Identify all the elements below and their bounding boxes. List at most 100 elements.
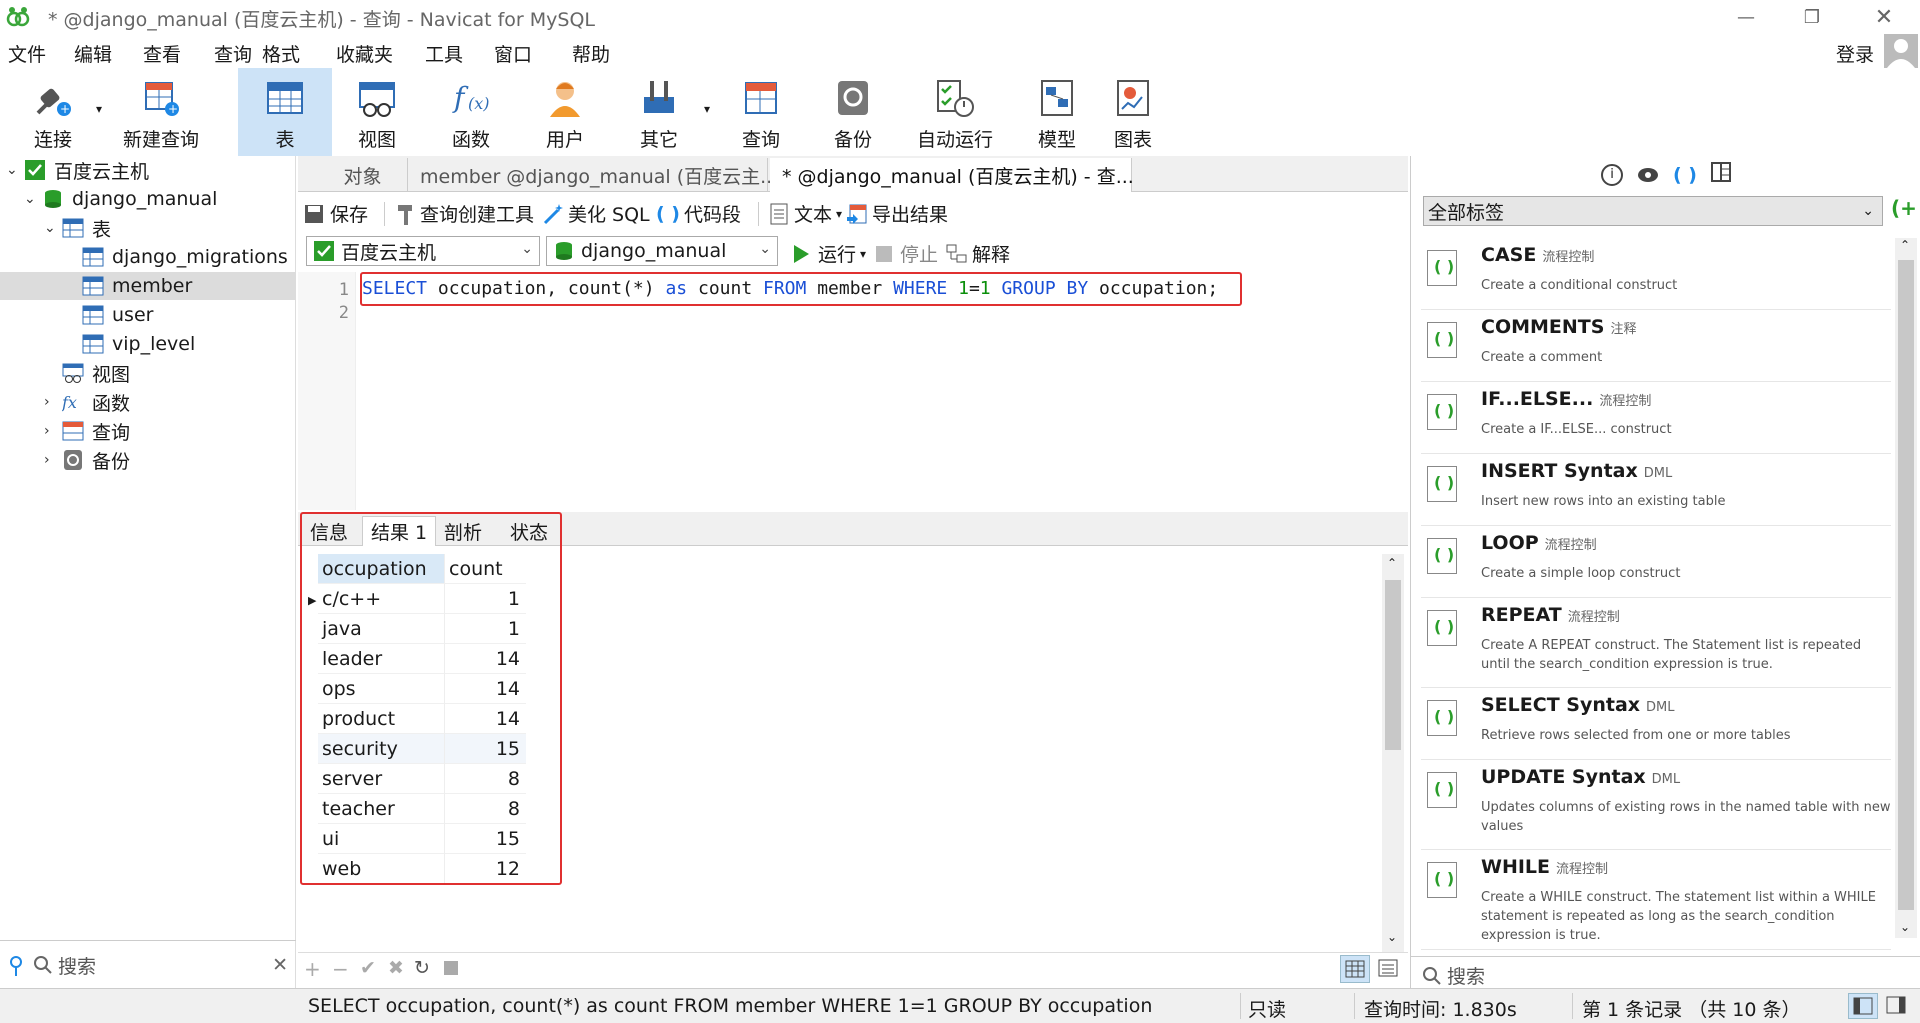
preview-eye-icon[interactable]	[1637, 164, 1659, 186]
info-icon[interactable]: i	[1601, 163, 1623, 186]
delete-row-icon[interactable]: −	[332, 957, 349, 981]
tab-query-active[interactable]: * @django_manual (百度云主机) - 查...	[770, 158, 1134, 192]
tree-queries-folder[interactable]: › 查询	[44, 417, 130, 445]
grid-view-button[interactable]	[1340, 955, 1370, 983]
tab-objects[interactable]: 对象	[318, 158, 408, 192]
clear-search-icon[interactable]: ✕	[272, 954, 288, 976]
chevron-down-icon[interactable]: ⌄	[44, 220, 58, 236]
connect-dropdown-icon[interactable]: ▾	[96, 102, 102, 116]
menu-query[interactable]: 查询	[214, 40, 252, 67]
connect-button[interactable]: + 连接	[8, 68, 98, 156]
snippet-item[interactable]: ( ) REPEAT 流程控制 Create A REPEAT construct. …	[1421, 598, 1891, 688]
menu-favorites[interactable]: 收藏夹	[336, 40, 393, 67]
database-select[interactable]: django_manual ⌄	[546, 236, 778, 266]
view-button[interactable]: 视图	[332, 68, 422, 156]
tree-tables-folder[interactable]: ⌄ 表	[44, 214, 111, 242]
snippet-scrollbar[interactable]: ⌃ ⌄	[1895, 238, 1917, 938]
tree-views-folder[interactable]: 视图	[62, 359, 130, 387]
menu-help[interactable]: 帮助	[572, 40, 610, 67]
tree-database[interactable]: ⌄ django_manual	[24, 185, 217, 213]
scroll-down-icon[interactable]: ⌄	[1900, 920, 1910, 934]
sql-editor[interactable]: 1 2 SELECT occupation, count(*) as count…	[298, 272, 1408, 510]
tree-functions-folder[interactable]: › fx 函数	[44, 388, 130, 416]
export-results-button[interactable]: 导出结果	[846, 200, 948, 227]
layout-right-panel-button[interactable]	[1882, 993, 1912, 1019]
query-button[interactable]: 查询	[716, 68, 806, 156]
chart-button[interactable]: 图表	[1088, 68, 1178, 156]
snippet-item[interactable]: ( ) UPDATE Syntax DML Updates columns of ex…	[1421, 760, 1891, 850]
connection-select[interactable]: 百度云主机 ⌄	[306, 236, 540, 266]
menu-file[interactable]: 文件	[8, 40, 46, 67]
backup-button[interactable]: 备份	[808, 68, 898, 156]
new-query-button[interactable]: + 新建查询	[106, 68, 216, 156]
snippet-item[interactable]: ( ) SELECT Syntax DML Retrieve rows selecte…	[1421, 688, 1891, 760]
explain-button[interactable]: 解释	[946, 240, 1010, 267]
snippet-item[interactable]: ( ) INSERT Syntax DML Insert new rows into …	[1421, 454, 1891, 526]
save-button[interactable]: 保存	[304, 200, 368, 227]
avatar[interactable]	[1884, 34, 1918, 68]
login-link[interactable]: 登录	[1836, 40, 1874, 67]
scroll-thumb[interactable]	[1898, 260, 1914, 910]
tree-table-vip-level[interactable]: vip_level	[82, 330, 195, 358]
layout-icon[interactable]	[1710, 162, 1731, 187]
snippet-search-input[interactable]: 搜索	[1447, 962, 1485, 989]
menu-format[interactable]: 格式	[262, 40, 300, 67]
function-button[interactable]: f (x) 函数	[426, 68, 516, 156]
run-button[interactable]: 运行 ▾	[792, 240, 866, 267]
left-search-input[interactable]: 搜索	[58, 952, 96, 979]
user-button[interactable]: 用户	[520, 68, 610, 156]
others-button[interactable]: 其它	[614, 68, 704, 156]
stop-icon[interactable]	[444, 961, 458, 975]
tab-member-table[interactable]: member @django_manual (百度云主...	[408, 158, 778, 192]
snippet-item[interactable]: ( ) CASE 流程控制 Create a conditional construc…	[1421, 238, 1891, 310]
snippet-item[interactable]: ( ) LOOP 流程控制 Create a simple loop construc…	[1421, 526, 1891, 598]
scroll-thumb[interactable]	[1385, 580, 1401, 750]
layout-left-panel-button[interactable]	[1848, 993, 1878, 1019]
menu-view[interactable]: 查看	[143, 40, 181, 67]
tree-backups-folder[interactable]: › 备份	[44, 446, 130, 474]
others-dropdown-icon[interactable]: ▾	[704, 102, 710, 116]
chevron-down-icon[interactable]: ⌄	[6, 162, 20, 178]
autorun-button[interactable]: 自动运行	[900, 68, 1010, 156]
code-snippet-icon[interactable]: ( )	[1673, 164, 1697, 186]
left-search-bar[interactable]: 搜索 ✕	[8, 950, 292, 980]
chevron-down-icon[interactable]: ▾	[860, 247, 866, 261]
tree-table-django-migrations[interactable]: django_migrations	[82, 243, 292, 271]
apply-icon[interactable]: ✔	[360, 957, 376, 979]
add-row-icon[interactable]: +	[304, 957, 321, 981]
chevron-down-icon[interactable]: ⌄	[24, 191, 38, 207]
form-view-button[interactable]	[1374, 955, 1404, 983]
add-snippet-icon[interactable]: (+	[1891, 196, 1917, 220]
restore-button[interactable]: ❐	[1782, 0, 1842, 34]
minimize-button[interactable]: —	[1716, 0, 1776, 34]
beautify-sql-button[interactable]: 美化 SQL	[542, 200, 650, 227]
tree-connection[interactable]: ⌄ 百度云主机	[6, 156, 149, 184]
navicat-logo-icon	[6, 7, 30, 27]
result-scrollbar[interactable]: ⌃ ⌄	[1382, 554, 1404, 952]
menu-edit[interactable]: 编辑	[74, 40, 112, 67]
chevron-right-icon[interactable]: ›	[44, 452, 58, 468]
scroll-up-icon[interactable]: ⌃	[1387, 556, 1397, 570]
chevron-right-icon[interactable]: ›	[44, 394, 58, 410]
discard-icon[interactable]: ✖	[388, 957, 404, 979]
query-builder-button[interactable]: 查询创建工具	[396, 200, 534, 227]
scroll-up-icon[interactable]: ⌃	[1900, 238, 1910, 252]
tree-table-member[interactable]: member	[0, 272, 296, 300]
chevron-down-icon[interactable]: ▾	[836, 207, 842, 221]
close-button[interactable]: ✕	[1854, 0, 1914, 34]
chevron-right-icon[interactable]: ›	[44, 423, 58, 439]
snippet-item[interactable]: ( ) WHILE 流程控制 Create a WHILE construct. Th…	[1421, 850, 1891, 950]
code-snippet-button[interactable]: ( ) 代码段	[656, 200, 741, 227]
snippet-search-bar[interactable]: 搜索	[1421, 962, 1485, 989]
menu-window[interactable]: 窗口	[494, 40, 532, 67]
refresh-icon[interactable]: ↻	[414, 957, 430, 979]
snippet-item[interactable]: ( ) COMMENTS 注释 Create a comment	[1421, 310, 1891, 382]
tree-table-user[interactable]: user	[82, 301, 153, 329]
text-mode-button[interactable]: 文本 ▾	[770, 200, 842, 227]
table-button[interactable]: 表	[238, 68, 332, 156]
snippet-item[interactable]: ( ) IF...ELSE... 流程控制 Create a IF...ELSE...…	[1421, 382, 1891, 454]
stop-button[interactable]: 停止	[876, 240, 938, 267]
scroll-down-icon[interactable]: ⌄	[1387, 930, 1397, 944]
menu-tools[interactable]: 工具	[425, 40, 463, 67]
tag-filter-select[interactable]: 全部标签 ⌄	[1423, 196, 1883, 226]
